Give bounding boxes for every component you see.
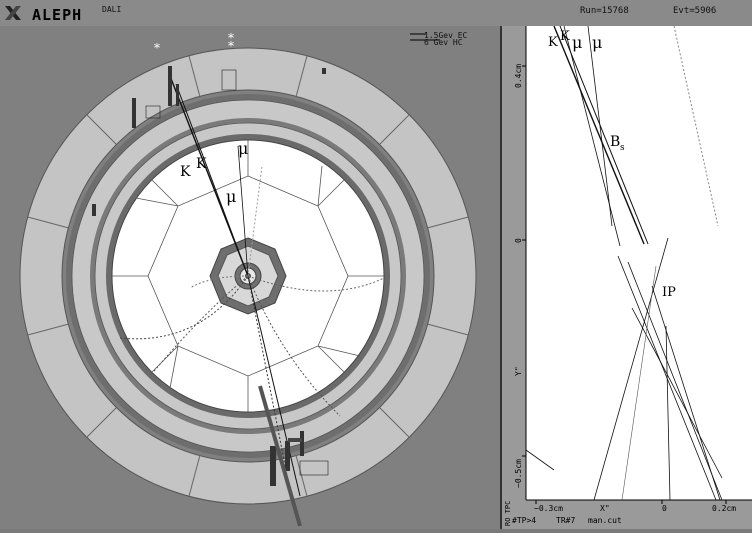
x-tick-label: 0 bbox=[662, 504, 667, 513]
x-axis-label: X" bbox=[600, 504, 610, 513]
y-axis-label: Y" bbox=[514, 366, 523, 376]
bs-vertex-subscript: s bbox=[620, 143, 625, 153]
event-number: Evt=5906 bbox=[673, 6, 717, 16]
title-bar: ALEPH DALI Run=15768 Evt=5906 bbox=[0, 0, 752, 27]
detector-canvas[interactable]: 1.5Gev EC 6 Gev HC * * * K K μ μ bbox=[0, 26, 500, 529]
vertex-canvas[interactable]: K K μ μ B s IP 0.4cm 0 −0.5cm Y" −0.3cm … bbox=[502, 25, 752, 529]
hc-scale-label: 6 Gev HC bbox=[424, 38, 463, 47]
bs-vertex-label: B bbox=[610, 134, 620, 150]
kaon-label: K bbox=[560, 29, 570, 44]
kaon-label: K bbox=[548, 35, 558, 50]
star-marker: * bbox=[154, 41, 160, 55]
muon-label: μ bbox=[572, 33, 582, 52]
muon-label: μ bbox=[238, 139, 248, 158]
kaon-label: K bbox=[180, 164, 191, 180]
tp-label: #TP>4 bbox=[512, 516, 536, 525]
tr-label: TR#7 bbox=[556, 516, 575, 525]
ip-label: IP bbox=[662, 285, 676, 300]
event-display-window: ALEPH DALI Run=15768 Evt=5906 1.5Gev EC … bbox=[0, 0, 752, 529]
app-subtitle: DALI bbox=[102, 5, 122, 14]
y-tick-label: 0 bbox=[514, 238, 523, 243]
detector-view[interactable]: 1.5Gev EC 6 Gev HC * * * K K μ μ bbox=[0, 26, 502, 529]
corner-label: RO TPC bbox=[504, 501, 512, 526]
y-tick-label: −0.5cm bbox=[514, 459, 523, 488]
app-title: ALEPH bbox=[32, 6, 83, 24]
x-tick-label: 0.2cm bbox=[712, 504, 736, 513]
kaon-label: K bbox=[196, 156, 207, 172]
muon-label: μ bbox=[592, 33, 602, 52]
aleph-logo-icon bbox=[5, 6, 21, 20]
star-marker: * bbox=[228, 39, 234, 53]
x-tick-label: −0.3cm bbox=[534, 504, 563, 513]
run-number: Run=15768 bbox=[580, 6, 629, 16]
vertex-zoom-view[interactable]: K K μ μ B s IP 0.4cm 0 −0.5cm Y" −0.3cm … bbox=[502, 25, 752, 529]
cut-label: man.cut bbox=[588, 516, 622, 525]
y-tick-label: 0.4cm bbox=[514, 64, 523, 88]
muon-label: μ bbox=[226, 187, 236, 206]
